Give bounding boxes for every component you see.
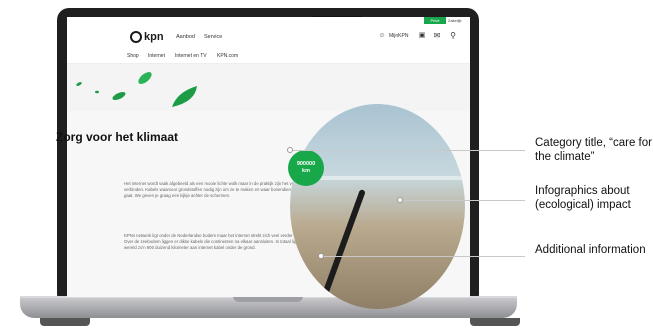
- subnav-item-shop[interactable]: Shop: [127, 53, 139, 59]
- nav-item-aanbod[interactable]: Aanbod: [176, 34, 195, 40]
- kpn-logo-icon: [130, 31, 142, 43]
- top-bar: Privé Zakelijk: [67, 17, 470, 25]
- zakelijk-button[interactable]: Zakelijk: [448, 18, 462, 23]
- basket-icon[interactable]: ▣: [418, 32, 426, 40]
- callout-infographic-label: Infographics about (ecological) impact: [535, 185, 631, 211]
- callout-title-label: Category title, “care for the climate”: [535, 137, 652, 163]
- mail-icon[interactable]: ✉: [433, 32, 441, 40]
- callout-line-title: [290, 150, 525, 151]
- leaf-icon: [95, 90, 99, 94]
- callout-dot-title: [287, 147, 293, 153]
- leaf-icon: [138, 72, 152, 84]
- kpn-logo[interactable]: kpn: [130, 31, 164, 43]
- leaf-icon: [172, 86, 197, 107]
- account-icon: ☺: [378, 32, 386, 39]
- leaves-illustration: [76, 72, 197, 107]
- kpn-logo-text: kpn: [144, 31, 164, 43]
- leaf-icon: [112, 91, 126, 101]
- cable-photo: [290, 104, 465, 309]
- mijnkpn-link[interactable]: MijnKPN: [389, 33, 408, 39]
- stat-unit: km: [302, 168, 310, 174]
- laptop-foot-right: [470, 318, 520, 326]
- hero-banner: [67, 64, 470, 111]
- callout-line-info: [321, 256, 525, 257]
- stat-value: 900000: [296, 161, 316, 167]
- subnav-item-internet[interactable]: Internet: [148, 53, 165, 59]
- category-title: Zorg voor het klimaat: [56, 130, 179, 144]
- subnav-item-kpncom[interactable]: KPN.com: [217, 53, 238, 59]
- callout-dot-info: [318, 253, 324, 259]
- search-icon[interactable]: ⚲: [449, 32, 457, 40]
- laptop-foot-left: [40, 318, 90, 326]
- callout-dot-infographic: [397, 197, 403, 203]
- callout-line-infographic: [400, 200, 525, 201]
- prive-button[interactable]: Privé: [424, 17, 446, 24]
- nav-item-service[interactable]: Service: [204, 34, 222, 40]
- impact-infographic: 900000 km: [288, 150, 324, 186]
- subnav-item-internet-tv[interactable]: Internet en TV: [175, 53, 207, 59]
- leaf-icon: [76, 82, 82, 86]
- callout-info-label: Additional information: [535, 244, 646, 256]
